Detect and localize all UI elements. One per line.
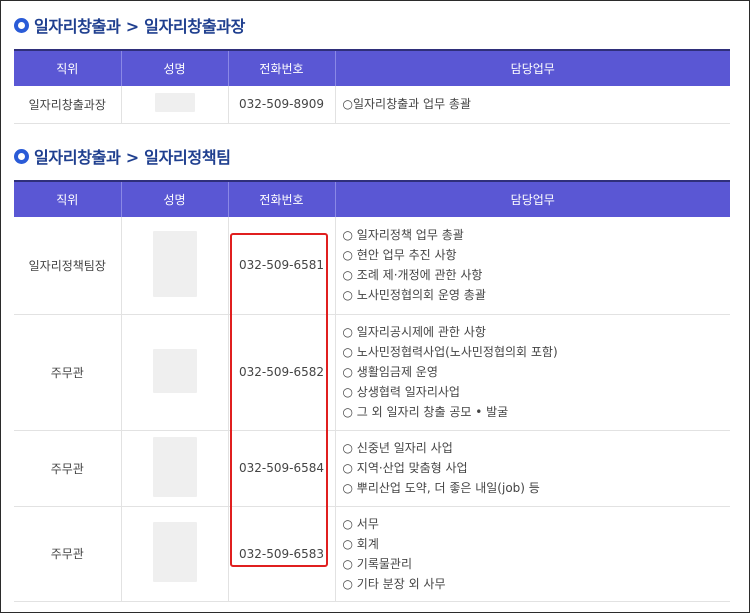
header-duties: 담당업무 [334,181,730,217]
duty-item: ○일자리창출과 업무 총괄 [342,97,472,112]
header-position: 직위 [14,50,121,86]
policy-team-table: 직위 성명 전화번호 담당업무 일자리정책팀장 032-509-6581 ○ 일… [14,180,730,602]
position-cell: 일자리창출과장 [14,86,121,124]
redacted-name [152,348,197,393]
duty-item: ○ 회계 [342,536,379,551]
duty-item: ○ 노사민정협의회 운영 총괄 [342,288,486,303]
table-row: 주무관 032-509-6582 ○ 일자리공시제에 관한 사항 ○ 노사민정협… [14,314,730,431]
duty-item: ○ 기록물관리 [342,556,413,571]
duties-cell: ○ 일자리정책 업무 총괄 ○ 현안 업무 추진 사항 ○ 조례 제·개정에 관… [334,217,730,315]
section-title-director: 일자리창출과 > 일자리창출과장 [14,13,245,37]
redacted-name [152,522,197,582]
duties-cell: ○ 서무 ○ 회계 ○ 기록물관리 ○ 기타 분장 외 사무 [334,506,730,602]
name-cell [120,314,228,431]
duty-item: ○ 신중년 일자리 사업 [342,441,453,455]
phone-cell: 032-509-8909 [227,86,335,124]
table-row: 주무관 032-509-6584 ○ 신중년 일자리 사업 ○ 지역·산업 맞춤… [14,430,730,507]
header-duties: 담당업무 [334,50,730,86]
duty-item: ○ 뿌리산업 도약, 더 좋은 내일(job) 등 [342,481,540,495]
duties-cell: ○ 신중년 일자리 사업 ○ 지역·산업 맞춤형 사업 ○ 뿌리산업 도약, 더… [334,430,730,507]
position-cell: 주무관 [14,430,121,507]
header-position: 직위 [14,181,121,217]
table-header-row: 직위 성명 전화번호 담당업무 [14,50,730,86]
header-name: 성명 [120,50,228,86]
duty-item: ○ 현안 업무 추진 사항 [342,248,457,263]
duty-item: ○ 그 외 일자리 창출 공모 • 발굴 [342,405,509,419]
duty-item: ○ 생활임금제 운영 [342,365,438,379]
section-title-policy-team: 일자리창출과 > 일자리정책팀 [14,144,231,168]
name-cell [120,86,228,124]
duty-item: ○ 일자리정책 업무 총괄 [342,228,464,243]
table-header-row: 직위 성명 전화번호 담당업무 [14,181,730,217]
name-cell [120,430,228,507]
phone-highlight-box [230,233,328,567]
duty-item: ○ 노사민정협력사업(노사민정협의회 포함) [342,345,558,359]
duties-cell: ○일자리창출과 업무 총괄 [334,86,730,124]
name-cell [120,217,228,315]
duties-cell: ○ 일자리공시제에 관한 사항 ○ 노사민정협력사업(노사민정협의회 포함) ○… [334,314,730,431]
header-name: 성명 [120,181,228,217]
position-cell: 주무관 [14,314,121,431]
header-phone: 전화번호 [227,50,335,86]
duty-item: ○ 지역·산업 맞춤형 사업 [342,461,468,475]
redacted-name [152,230,197,297]
section-title-text: 일자리창출과 > 일자리창출과장 [34,17,246,36]
circle-bullet-icon [14,17,29,33]
duty-item: ○ 일자리공시제에 관한 사항 [342,325,486,339]
duty-item: ○ 상생협력 일자리사업 [342,385,460,399]
table-row: 일자리창출과장 032-509-8909 ○일자리창출과 업무 총괄 [14,86,730,124]
section-title-text: 일자리창출과 > 일자리정책팀 [34,148,231,167]
director-table: 직위 성명 전화번호 담당업무 일자리창출과장 032-509-8909 ○일자… [14,49,730,124]
header-phone: 전화번호 [227,181,335,217]
duty-item: ○ 서무 [342,516,379,531]
redacted-name [152,436,197,497]
position-cell: 일자리정책팀장 [14,217,121,315]
duty-item: ○ 조례 제·개정에 관한 사항 [342,268,483,283]
position-cell: 주무관 [14,506,121,602]
redacted-name [154,93,195,113]
name-cell [120,506,228,602]
circle-bullet-icon [14,148,29,164]
table-row: 주무관 032-509-6583 ○ 서무 ○ 회계 ○ 기록물관리 ○ 기타 … [14,506,730,602]
table-row: 일자리정책팀장 032-509-6581 ○ 일자리정책 업무 총괄 ○ 현안 … [14,217,730,315]
duty-item: ○ 기타 분장 외 사무 [342,576,446,591]
